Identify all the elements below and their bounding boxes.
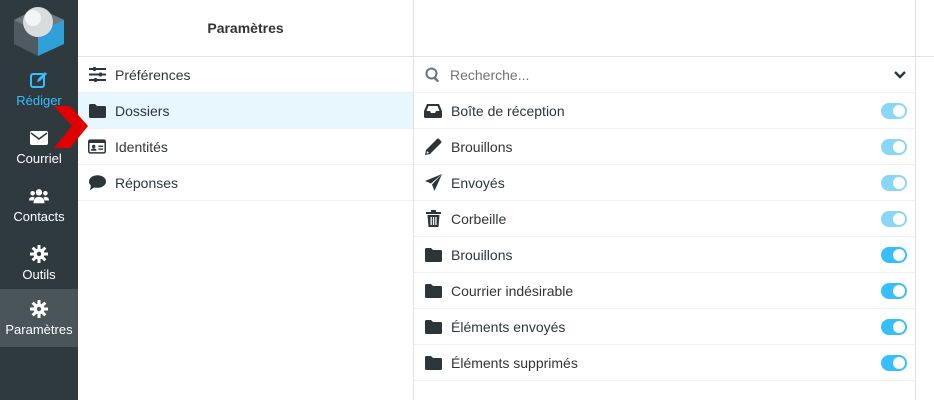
folder-label: Corbeille: [451, 210, 507, 227]
folder-icon: [424, 354, 442, 372]
settings-item-label: Dossiers: [115, 102, 170, 119]
gear-icon: [29, 299, 49, 319]
folder-label: Brouillons: [451, 246, 513, 263]
roundcube-logo: [0, 0, 78, 60]
nav-contacts[interactable]: Contacts: [0, 176, 78, 234]
folder-detail-panel: [916, 0, 934, 400]
settings-item-responses[interactable]: Réponses: [78, 165, 413, 201]
folder-icon: [424, 246, 442, 264]
trash-icon: [424, 210, 442, 228]
subscribe-toggle[interactable]: [881, 247, 907, 263]
settings-item-label: Préférences: [115, 66, 191, 83]
id-card-icon: [88, 139, 106, 155]
settings-item-label: Réponses: [115, 174, 179, 191]
folder-icon: [424, 282, 442, 300]
annotation-arrow: [52, 104, 90, 154]
nav-contacts-label: Contacts: [13, 209, 65, 224]
folder-row[interactable]: Corbeille: [414, 201, 915, 237]
pencil-icon: [424, 138, 442, 156]
nav-settings[interactable]: Paramètres: [0, 289, 78, 347]
subscribe-toggle[interactable]: [881, 103, 907, 119]
subscribe-toggle[interactable]: [881, 175, 907, 191]
folder-label: Éléments supprimés: [451, 354, 578, 371]
folder-search[interactable]: Recherche...: [414, 57, 915, 93]
subscribe-toggle[interactable]: [881, 319, 907, 335]
search-input[interactable]: Recherche...: [450, 67, 529, 83]
folder-detail-header: [916, 0, 934, 57]
subscribe-toggle[interactable]: [881, 283, 907, 299]
sliders-icon: [88, 67, 106, 83]
subscribe-toggle[interactable]: [881, 355, 907, 371]
gear-icon: [29, 244, 49, 264]
subscribe-toggle[interactable]: [881, 211, 907, 227]
settings-item-label: Identités: [115, 138, 168, 155]
folder-row[interactable]: Courrier indésirable: [414, 273, 915, 309]
paper-plane-icon: [424, 174, 442, 192]
nav-settings-label: Paramètres: [5, 322, 73, 337]
folder-label: Envoyés: [451, 174, 505, 191]
folder-row[interactable]: Brouillons: [414, 129, 915, 165]
folder-row[interactable]: Boîte de réception: [414, 93, 915, 129]
folder-icon: [88, 103, 106, 119]
folder-label: Courrier indésirable: [451, 282, 574, 299]
settings-title: Paramètres: [78, 0, 413, 57]
envelope-icon: [29, 128, 49, 148]
comment-icon: [88, 175, 106, 191]
folder-label: Brouillons: [451, 138, 513, 155]
folder-icon: [424, 318, 442, 336]
settings-sidebar: Paramètres Préférences Dossiers Identité…: [78, 0, 414, 400]
search-icon: [424, 66, 442, 84]
folder-label: Boîte de réception: [451, 102, 565, 119]
settings-item-folders[interactable]: Dossiers: [78, 93, 413, 129]
folders-panel: Recherche... Boîte de réception Brouillo…: [414, 0, 916, 400]
folder-row[interactable]: Envoyés: [414, 165, 915, 201]
main-nav: Rédiger Courriel Contacts Outils Paramèt…: [0, 0, 78, 400]
folder-label: Éléments envoyés: [451, 318, 566, 335]
nav-tools-label: Outils: [22, 267, 56, 282]
settings-item-preferences[interactable]: Préférences: [78, 57, 413, 93]
folder-row[interactable]: Éléments supprimés: [414, 345, 915, 381]
inbox-icon: [424, 102, 442, 120]
users-icon: [29, 186, 49, 206]
compose-icon: [29, 70, 49, 90]
subscribe-toggle[interactable]: [881, 139, 907, 155]
settings-item-identities[interactable]: Identités: [78, 129, 413, 165]
chevron-down-icon[interactable]: [893, 68, 907, 82]
folder-row[interactable]: Éléments envoyés: [414, 309, 915, 345]
folder-row[interactable]: Brouillons: [414, 237, 915, 273]
nav-tools[interactable]: Outils: [0, 234, 78, 292]
folders-header: [414, 0, 915, 57]
